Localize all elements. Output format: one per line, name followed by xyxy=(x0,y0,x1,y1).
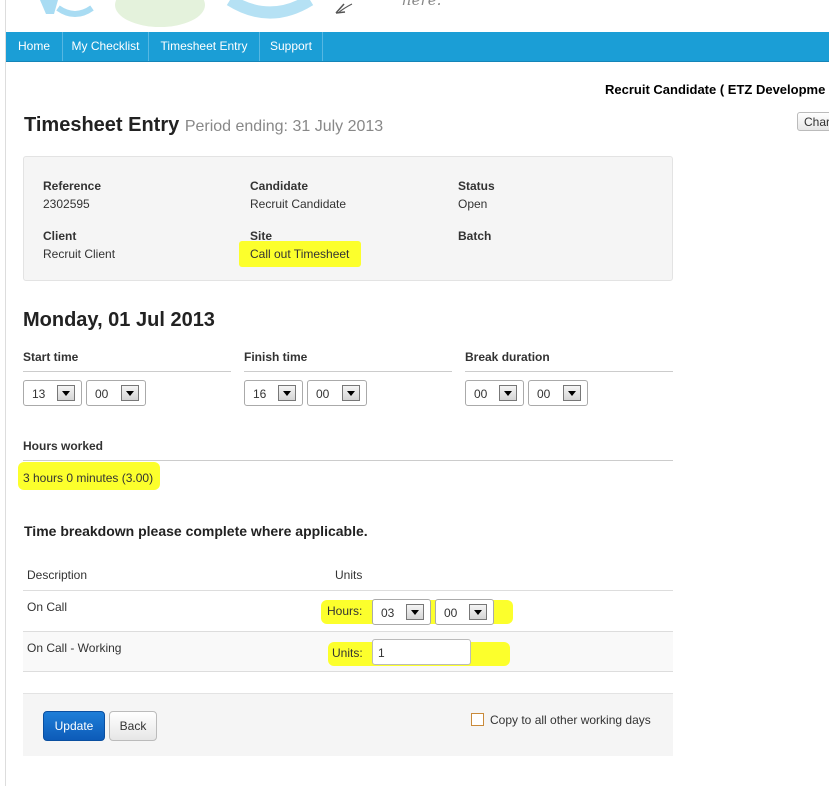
break-duration-label: Break duration xyxy=(465,350,550,364)
start-hour-value: 13 xyxy=(32,387,46,401)
status-label: Status xyxy=(458,179,495,193)
hours-worked-label: Hours worked xyxy=(23,439,104,453)
finish-minute-select[interactable]: 00 xyxy=(307,380,367,406)
chevron-down-icon xyxy=(563,385,581,401)
form-actions: Update Back Copy to all other working da… xyxy=(23,693,673,756)
user-name: Recruit Candidate ( ETZ Developme xyxy=(605,82,826,97)
chevron-down-icon xyxy=(406,604,424,620)
on-call-hour-select[interactable]: 03 xyxy=(372,599,431,625)
update-button[interactable]: Update xyxy=(43,711,105,741)
on-call-minute-value: 00 xyxy=(444,606,458,620)
finish-time-rule xyxy=(244,371,452,372)
units-inline-label: Units: xyxy=(332,646,363,660)
page-left-border xyxy=(5,0,6,786)
chevron-down-icon xyxy=(342,385,360,401)
nav-my-checklist[interactable]: My Checklist xyxy=(63,32,149,61)
chevron-down-icon xyxy=(469,604,487,620)
row-description: On Call - Working xyxy=(27,641,122,655)
on-call-minute-select[interactable]: 00 xyxy=(435,599,494,625)
hours-worked-rule xyxy=(23,460,673,461)
banner-handwriting: here. xyxy=(402,0,442,9)
finish-hour-value: 16 xyxy=(253,387,267,401)
start-minute-value: 00 xyxy=(95,387,109,401)
candidate-value: Recruit Candidate xyxy=(250,197,347,211)
chevron-down-icon xyxy=(499,385,517,401)
change-button[interactable]: Char xyxy=(797,112,829,131)
status-value: Open xyxy=(458,197,488,211)
hours-inline-label: Hours: xyxy=(327,604,363,618)
break-hour-value: 00 xyxy=(474,387,488,401)
finish-hour-select[interactable]: 16 xyxy=(244,380,303,406)
reference-value: 2302595 xyxy=(43,197,90,211)
start-time-label: Start time xyxy=(23,350,79,364)
page-title-text: Timesheet Entry xyxy=(24,114,180,136)
chevron-down-icon xyxy=(278,385,296,401)
finish-minute-value: 00 xyxy=(316,387,330,401)
client-label: Client xyxy=(43,229,77,243)
breakdown-title: Time breakdown please complete where app… xyxy=(24,523,368,539)
period-ending: Period ending: 31 July 2013 xyxy=(184,118,384,135)
header-banner: here. xyxy=(0,0,829,32)
start-time-rule xyxy=(23,371,231,372)
start-hour-select[interactable]: 13 xyxy=(23,380,82,406)
break-minute-value: 00 xyxy=(537,387,551,401)
start-minute-select[interactable]: 00 xyxy=(86,380,146,406)
day-title: Monday, 01 Jul 2013 xyxy=(23,309,215,331)
units-input[interactable]: 1 xyxy=(372,639,471,665)
table-row: On Call Hours: 03 00 xyxy=(23,590,673,631)
copy-days-label[interactable]: Copy to all other working days xyxy=(490,713,651,727)
hours-worked-value: 3 hours 0 minutes (3.00) xyxy=(23,471,154,485)
client-value: Recruit Client xyxy=(43,247,116,261)
row-description: On Call xyxy=(27,600,68,614)
finish-time-label: Finish time xyxy=(244,350,308,364)
chevron-down-icon xyxy=(57,385,75,401)
break-duration-rule xyxy=(465,371,673,372)
chevron-down-icon xyxy=(121,385,139,401)
break-hour-select[interactable]: 00 xyxy=(465,380,524,406)
break-minute-select[interactable]: 00 xyxy=(528,380,588,406)
reference-label: Reference xyxy=(43,179,102,193)
nav-support[interactable]: Support xyxy=(260,32,323,61)
nav-timesheet-entry[interactable]: Timesheet Entry xyxy=(149,32,260,61)
site-value: Call out Timesheet xyxy=(250,247,350,261)
col-description: Description xyxy=(27,568,88,582)
on-call-hour-value: 03 xyxy=(381,606,395,620)
table-row: On Call - Working Units: 1 xyxy=(23,631,673,672)
page-title: Timesheet Entry Period ending: 31 July 2… xyxy=(24,114,383,137)
col-units: Units xyxy=(335,568,363,582)
batch-label: Batch xyxy=(458,229,492,243)
nav-home[interactable]: Home xyxy=(6,32,63,61)
timesheet-info-panel: Reference 2302595 Candidate Recruit Cand… xyxy=(23,156,673,281)
back-button[interactable]: Back xyxy=(109,711,157,741)
candidate-label: Candidate xyxy=(250,179,309,193)
copy-days-checkbox[interactable] xyxy=(471,713,484,726)
main-nav: Home My Checklist Timesheet Entry Suppor… xyxy=(6,32,829,62)
